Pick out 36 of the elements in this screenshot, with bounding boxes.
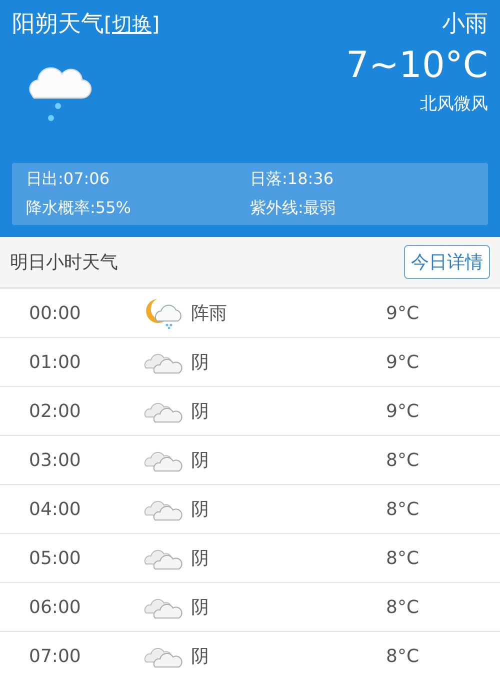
temperature-range: 7~10°C: [346, 45, 488, 86]
wind-text: 北风微风: [420, 93, 488, 115]
today-details-button[interactable]: 今日详情: [404, 245, 490, 279]
hour-temperature: 9°C: [385, 400, 420, 422]
hour-time: 01:00: [28, 352, 82, 372]
hour-time: 00:00: [28, 302, 82, 324]
hour-temperature: 9°C: [385, 352, 420, 372]
hour-condition: 阴: [190, 498, 210, 521]
hour-temperature: 9°C: [385, 302, 420, 324]
condition-text: 小雨: [442, 10, 488, 39]
switch-link[interactable]: [切换]: [104, 11, 160, 38]
hour-temperature: 8°C: [385, 646, 420, 666]
hour-temperature: 8°C: [385, 450, 420, 470]
hour-condition: 阴: [190, 449, 210, 472]
moon-cloud-rain-icon: [143, 297, 183, 329]
hour-condition: 阴: [190, 400, 210, 423]
hour-time: 02:00: [28, 400, 82, 422]
hour-time: 05:00: [28, 548, 82, 568]
hour-condition: 阴: [190, 596, 210, 619]
detail-text: 日出:07:06: [26, 169, 110, 190]
hour-time: 03:00: [28, 450, 82, 470]
hour-time: 04:00: [28, 498, 82, 520]
city-title: 阳朔天气: [12, 10, 104, 39]
hour-time: 07:00: [28, 646, 82, 666]
hour-condition: 阵雨: [190, 302, 228, 325]
hour-time: 06:00: [28, 596, 82, 618]
detail-text: 降水概率:55%: [26, 198, 132, 219]
hour-condition: 阴: [190, 547, 210, 570]
detail-text: 日落:18:36: [250, 169, 334, 190]
detail-text: 紫外线:最弱: [250, 198, 336, 219]
hour-condition: 阴: [190, 351, 210, 374]
hour-temperature: 8°C: [385, 498, 420, 520]
hour-temperature: 8°C: [385, 548, 420, 568]
hour-temperature: 8°C: [385, 596, 420, 618]
section-title: 明日小时天气: [10, 251, 118, 274]
hour-condition: 阴: [190, 645, 210, 668]
